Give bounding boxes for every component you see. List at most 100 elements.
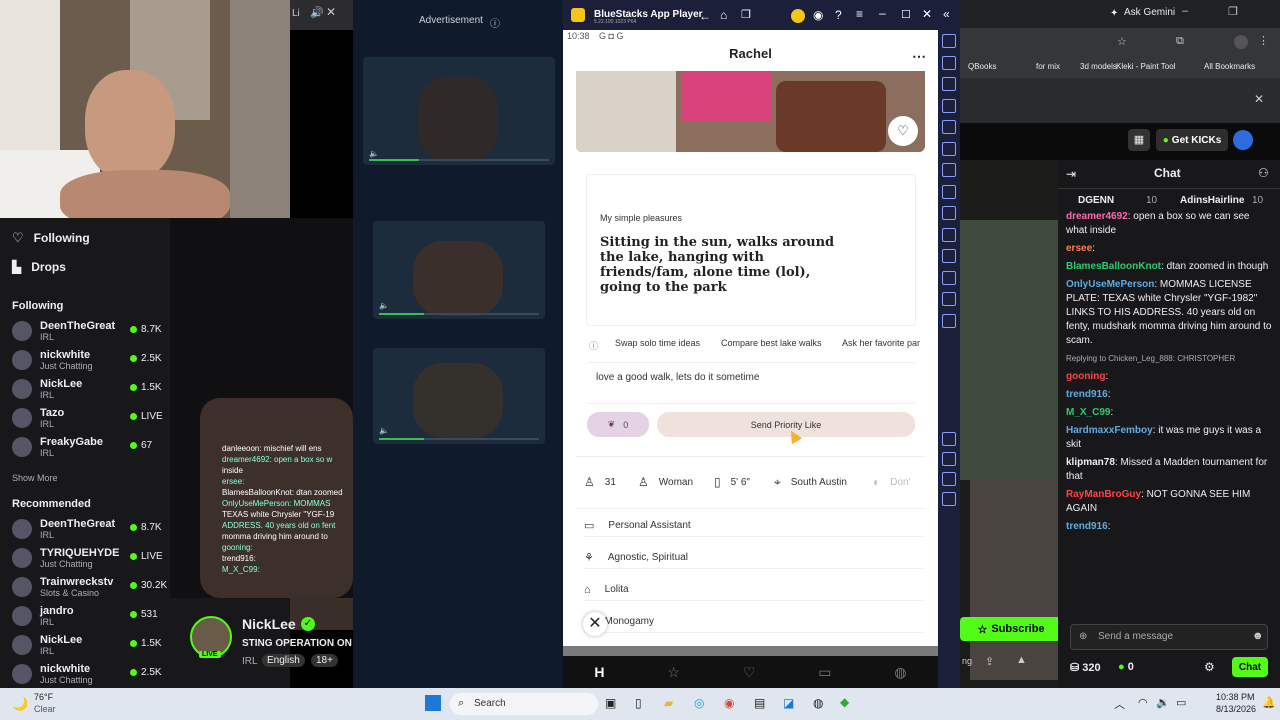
expand-icon[interactable] — [942, 34, 956, 48]
channel-item[interactable]: jandro IRL 531 — [0, 601, 170, 630]
rotate-icon[interactable] — [942, 120, 956, 134]
chrome-icon[interactable]: ◉ — [724, 696, 734, 710]
obs-icon[interactable]: ◍ — [813, 696, 823, 710]
minimize-icon[interactable]: – — [1182, 5, 1188, 17]
help-icon[interactable]: ? — [835, 8, 842, 22]
keyboard-icon[interactable] — [942, 77, 956, 91]
weather-temp[interactable]: 76°F — [34, 692, 53, 702]
notifications-icon[interactable]: 🔔 — [1262, 696, 1276, 709]
clock-date[interactable]: 8/13/2026 — [1216, 704, 1256, 714]
battery-icon[interactable]: ▭ — [1176, 696, 1186, 709]
tray-chevron-icon[interactable]: ︿ — [1114, 696, 1125, 712]
media-icon[interactable] — [942, 184, 956, 199]
streamer-name[interactable]: NickLee — [242, 616, 296, 632]
chat-input[interactable]: ⊕ Send a message ☻ — [1070, 624, 1268, 650]
collapse-sidebar-icon[interactable]: « — [943, 7, 950, 21]
back-icon[interactable]: ← — [699, 9, 711, 23]
close-icon[interactable]: ✕ — [1254, 92, 1264, 106]
bluestacks-taskbar-icon[interactable]: ◆ — [840, 695, 849, 709]
chat-username[interactable]: HardmaxxFemboy — [1066, 425, 1153, 436]
ad-video-1[interactable]: 🔈 — [363, 57, 555, 165]
suggestion-chip[interactable]: Ask her favorite par — [842, 338, 924, 352]
nav-drops[interactable]: ▙ Drops — [0, 251, 170, 283]
bookmark-item[interactable]: for mix — [1036, 62, 1060, 71]
gift-icon[interactable]: ▦ — [1128, 129, 1150, 151]
remote-desktop-icon[interactable]: ◪ — [783, 696, 794, 710]
chat-username[interactable]: dreamer4692 — [1066, 211, 1128, 222]
chat-username[interactable]: OnlyUseMePerson — [1066, 279, 1154, 290]
chat-username[interactable]: M_X_C99 — [1066, 407, 1110, 418]
report-icon[interactable]: ▲ — [1016, 654, 1027, 666]
info-icon[interactable]: ⓘ — [490, 15, 500, 30]
comment-text[interactable]: love a good walk, lets do it sometime — [596, 372, 759, 383]
close-icon[interactable]: ✕ — [326, 5, 336, 19]
get-kicks-button[interactable]: ● Get KICKs — [1156, 129, 1228, 151]
chat-username[interactable]: klipman78 — [1066, 457, 1115, 468]
collapse-chat-icon[interactable]: ⇥ — [1066, 167, 1076, 181]
like-photo-icon[interactable]: ♡ — [888, 116, 918, 146]
star-icon[interactable]: ☆ — [1117, 35, 1127, 48]
speaker-icon[interactable]: 🔊 — [310, 6, 324, 19]
speaker-icon[interactable]: 🔈 — [379, 301, 389, 310]
share-icon[interactable]: ⇪ — [985, 655, 994, 668]
clock-time[interactable]: 10:38 PM — [1216, 692, 1255, 702]
chat-username[interactable]: trend916 — [1066, 521, 1108, 532]
user-avatar[interactable] — [1233, 130, 1253, 150]
back-icon[interactable] — [942, 452, 956, 466]
emoji-icon[interactable]: ☻ — [1252, 630, 1264, 642]
info-icon[interactable]: ⓘ — [589, 339, 598, 352]
skip-x-button[interactable]: ✕ — [583, 612, 607, 636]
speaker-icon[interactable]: 🔈 — [369, 149, 379, 158]
nav-following[interactable]: ♡ Following — [0, 225, 170, 251]
stream-category[interactable]: IRL — [242, 656, 258, 667]
kicks-display[interactable]: ● 0 — [1118, 661, 1134, 673]
wifi-icon[interactable]: ◠ — [1138, 696, 1148, 709]
record-icon[interactable] — [942, 163, 956, 177]
channel-item[interactable]: Tazo IRL LIVE — [0, 403, 170, 432]
chat-username[interactable]: trend916 — [1066, 389, 1108, 400]
macro-icon[interactable] — [942, 227, 956, 242]
settings-gear-icon[interactable]: ⚙ — [1204, 660, 1215, 674]
channel-item[interactable]: Trainwreckstv Slots & Casino 30.2K — [0, 572, 170, 601]
channel-item[interactable]: FreakyGabe IRL 67 — [0, 432, 170, 461]
users-icon[interactable]: ⚇ — [1258, 166, 1269, 180]
ad-video-3[interactable]: 🔈 — [373, 348, 545, 444]
channel-item[interactable]: NickLee IRL 1.5K — [0, 374, 170, 403]
extensions-icon[interactable]: ⧉ — [1176, 35, 1184, 48]
suggestion-chip[interactable]: Swap solo time ideas — [615, 338, 700, 352]
folder-icon[interactable] — [942, 206, 956, 220]
browser-tab[interactable]: Li 🔊 ✕ — [290, 0, 353, 30]
windows-start-icon[interactable] — [425, 695, 441, 711]
comment-box[interactable]: love a good walk, lets do it sometime — [586, 362, 916, 404]
restore-icon[interactable]: ❐ — [1228, 5, 1238, 18]
sync-icon[interactable] — [942, 292, 956, 306]
gifter-name[interactable]: AdinsHairline — [1180, 195, 1244, 206]
eco-icon[interactable] — [942, 313, 956, 328]
home-icon[interactable] — [942, 472, 956, 486]
screen-icon[interactable] — [942, 98, 956, 113]
ask-gemini-button[interactable]: Ask Gemini — [1124, 7, 1175, 18]
task-view-icon[interactable]: ▣ — [605, 696, 616, 710]
standouts-tab-icon[interactable]: ☆ — [667, 664, 680, 681]
profile-photo[interactable]: ♡ — [576, 71, 925, 152]
file-icon[interactable]: ▯ — [635, 696, 642, 710]
chat-username[interactable]: RayManBroGuy — [1066, 489, 1141, 500]
chat-username[interactable]: ersee — [1066, 243, 1092, 254]
layers-icon[interactable] — [942, 270, 956, 285]
home-icon[interactable]: ⌂ — [720, 8, 727, 22]
bookmark-item[interactable]: All Bookmarks — [1204, 62, 1255, 71]
chat-username[interactable]: gooning — [1066, 371, 1105, 382]
notepad-icon[interactable]: ▤ — [754, 696, 765, 710]
taskbar-search[interactable]: ⌕ Search — [450, 693, 598, 715]
volume-icon[interactable]: 🔉 — [1156, 696, 1170, 709]
chat-username[interactable]: BlamesBalloonKnot — [1066, 261, 1161, 272]
channel-item[interactable]: NickLee IRL 1.5K — [0, 630, 170, 659]
channel-item[interactable]: DeenTheGreat IRL 8.7K — [0, 514, 170, 543]
profile-tab-icon[interactable]: ◍ — [894, 664, 906, 681]
points-display[interactable]: ⛁ 320 — [1070, 661, 1101, 674]
rose-button[interactable]: ❦ 0 — [587, 412, 649, 437]
account-icon[interactable]: ◉ — [813, 8, 823, 22]
location-icon[interactable] — [942, 249, 956, 263]
camera-icon[interactable] — [942, 141, 956, 156]
age-tag[interactable]: 18+ — [311, 654, 338, 667]
